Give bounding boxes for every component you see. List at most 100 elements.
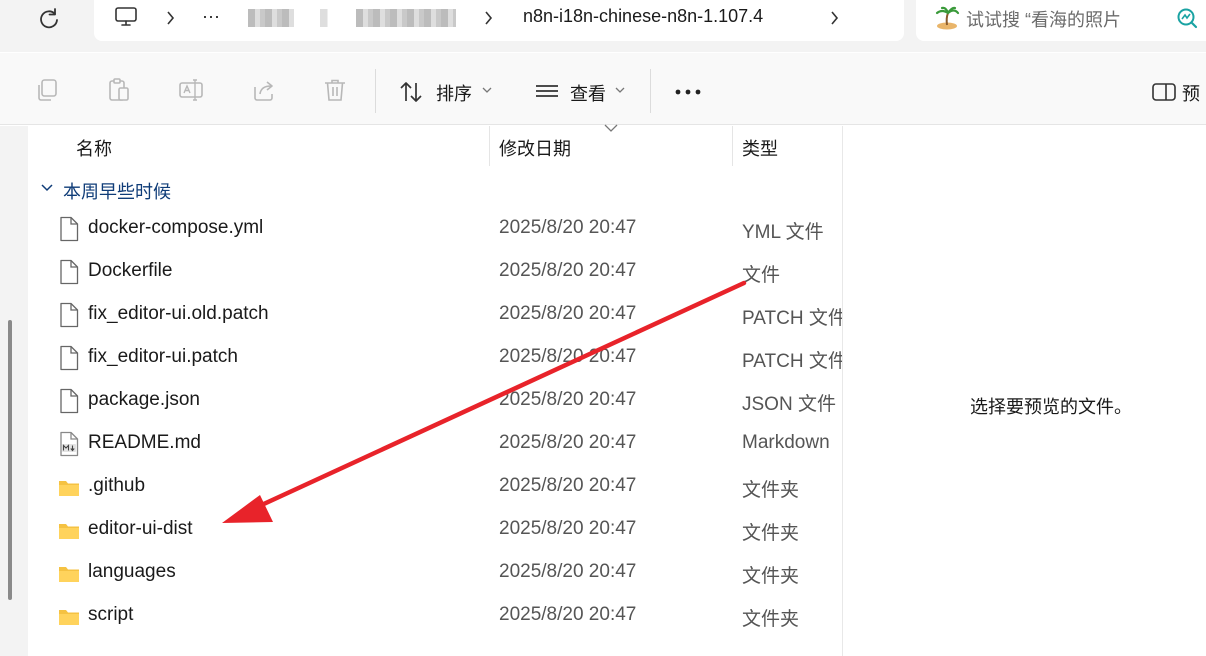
chevron-down-icon (482, 87, 492, 93)
chevron-down-icon (41, 184, 53, 192)
file-modified-date: 2025/8/20 20:47 (499, 604, 637, 625)
folder-icon (58, 517, 80, 543)
address-bar-strip: ··· n8n-i18n-chinese-n8n-1.107.4 试试搜 “看海… (0, 0, 1206, 52)
preview-pane-button[interactable]: 预 (1148, 78, 1206, 106)
folder-icon (58, 603, 80, 629)
file-type: JSON 文件 (742, 394, 836, 415)
file-explorer-window: ··· n8n-i18n-chinese-n8n-1.107.4 试试搜 “看海… (0, 0, 1206, 656)
file-modified-date: 2025/8/20 20:47 (499, 346, 637, 367)
preview-empty-message: 选择要预览的文件。 (970, 397, 1132, 417)
file-type: YML 文件 (742, 222, 824, 243)
file-row[interactable]: Dockerfile 2025/8/20 20:47 文件 (40, 251, 842, 294)
file-type: 文件夹 (742, 480, 800, 501)
search-placeholder: 试试搜 “看海的照片 (966, 10, 1121, 30)
file-type: Markdown (742, 432, 830, 453)
vertical-scrollbar[interactable] (0, 126, 28, 656)
file-type: 文件夹 (742, 523, 800, 544)
file-name: .github (88, 475, 146, 496)
blurred-path-segment (248, 9, 294, 27)
file-type: 文件 (742, 265, 781, 286)
file-name: editor-ui-dist (88, 518, 193, 539)
paste-icon[interactable] (106, 77, 132, 103)
file-name: docker-compose.yml (88, 217, 264, 238)
file-type: 文件夹 (742, 609, 800, 630)
blurred-path-segment (356, 9, 456, 27)
file-name: fix_editor-ui.old.patch (88, 303, 269, 324)
file-row[interactable]: docker-compose.yml 2025/8/20 20:47 YML 文件 (40, 208, 842, 251)
file-name: package.json (88, 389, 200, 410)
view-button[interactable]: 查看 (528, 67, 638, 113)
palm-island-icon (935, 6, 960, 30)
file-row[interactable]: fix_editor-ui.patch 2025/8/20 20:47 PATCH … (40, 337, 842, 380)
file-name: fix_editor-ui.patch (88, 346, 238, 367)
file-modified-date: 2025/8/20 20:47 (499, 389, 637, 410)
breadcrumb[interactable]: ··· n8n-i18n-chinese-n8n-1.107.4 (94, 0, 904, 41)
view-list-icon (536, 85, 558, 97)
share-icon[interactable] (251, 77, 277, 103)
command-toolbar: 排序 查看 (0, 53, 1206, 125)
preview-label: 预 (1182, 84, 1200, 104)
file-icon (58, 302, 80, 328)
file-row[interactable]: package.json 2025/8/20 20:47 JSON 文件 (40, 380, 842, 423)
column-divider[interactable] (489, 126, 490, 166)
toolbar-divider (375, 69, 376, 113)
column-header-type[interactable]: 类型 (742, 126, 842, 166)
column-header-modified-label: 修改日期 (499, 139, 571, 159)
copy-icon[interactable] (34, 77, 60, 103)
chevron-right-icon[interactable] (484, 8, 494, 28)
file-name: languages (88, 561, 176, 582)
file-modified-date: 2025/8/20 20:47 (499, 561, 637, 582)
column-header-type-label: 类型 (742, 139, 778, 159)
scrollbar-thumb[interactable] (8, 320, 12, 600)
chevron-down-icon (615, 87, 625, 93)
sort-button[interactable]: 排序 (392, 67, 502, 113)
file-type: 文件夹 (742, 566, 800, 587)
file-name: README.md (88, 432, 201, 453)
chevron-right-icon[interactable] (166, 8, 176, 28)
search-assistant-icon[interactable] (1176, 7, 1198, 29)
file-name: script (88, 604, 134, 625)
breadcrumb-current-folder[interactable]: n8n-i18n-chinese-n8n-1.107.4 (523, 6, 763, 27)
column-header-name[interactable]: 名称 (76, 126, 486, 166)
view-label: 查看 (570, 84, 606, 104)
file-icon (58, 259, 80, 285)
search-input[interactable]: 试试搜 “看海的照片 (916, 0, 1206, 41)
preview-pane-icon (1152, 83, 1176, 101)
column-header-name-label: 名称 (76, 139, 112, 159)
rename-icon[interactable] (178, 77, 204, 103)
delete-icon[interactable] (322, 77, 348, 103)
column-divider[interactable] (732, 126, 733, 166)
file-name: Dockerfile (88, 260, 173, 281)
file-icon (58, 345, 80, 371)
file-modified-date: 2025/8/20 20:47 (499, 518, 637, 539)
file-modified-date: 2025/8/20 20:47 (499, 475, 637, 496)
toolbar-divider (650, 69, 651, 113)
file-icon (58, 388, 80, 414)
refresh-icon[interactable] (36, 6, 62, 32)
file-type: PATCH 文件 (742, 351, 842, 372)
folder-icon (58, 560, 80, 586)
markdown-file-icon (58, 431, 80, 457)
file-row[interactable]: script 2025/8/20 20:47 文件夹 (40, 595, 842, 638)
file-row[interactable]: editor-ui-dist 2025/8/20 20:47 文件夹 (40, 509, 842, 552)
sort-label: 排序 (436, 84, 472, 104)
file-row[interactable]: languages 2025/8/20 20:47 文件夹 (40, 552, 842, 595)
file-row[interactable]: fix_editor-ui.old.patch 2025/8/20 20:47 PA… (40, 294, 842, 337)
group-header-label: 本周早些时候 (63, 182, 171, 202)
computer-icon[interactable] (114, 6, 138, 28)
preview-pane-divider[interactable] (842, 126, 843, 656)
file-modified-date: 2025/8/20 20:47 (499, 217, 637, 238)
file-modified-date: 2025/8/20 20:47 (499, 260, 637, 281)
file-type: PATCH 文件 (742, 308, 842, 329)
chevron-right-icon[interactable] (830, 8, 840, 28)
file-icon (58, 216, 80, 242)
column-header-modified[interactable]: 修改日期 (499, 126, 729, 166)
file-row[interactable]: README.md 2025/8/20 20:47 Markdown (40, 423, 842, 466)
breadcrumb-overflow[interactable]: ··· (202, 6, 220, 27)
blurred-path-segment (320, 9, 328, 27)
file-modified-date: 2025/8/20 20:47 (499, 303, 637, 324)
file-row[interactable]: .github 2025/8/20 20:47 文件夹 (40, 466, 842, 509)
folder-icon (58, 474, 80, 500)
more-options-icon[interactable] (674, 89, 704, 95)
sort-icon (400, 82, 422, 102)
